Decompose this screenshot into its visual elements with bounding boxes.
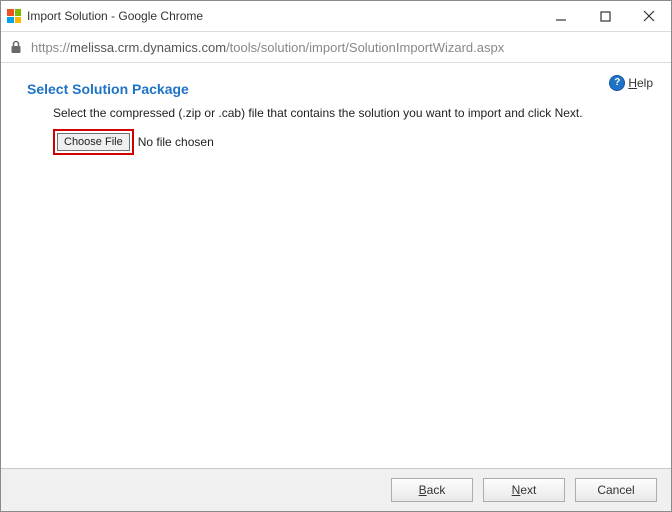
maximize-button[interactable] <box>583 1 627 31</box>
content-area: ? Help Select Solution Package Select th… <box>1 63 671 468</box>
file-picker-row: Choose File No file chosen <box>53 129 653 155</box>
window-title: Import Solution - Google Chrome <box>27 9 539 23</box>
help-label-rest: elp <box>637 76 653 90</box>
help-icon: ? <box>609 75 625 91</box>
titlebar: Import Solution - Google Chrome <box>1 1 671 32</box>
choose-file-button[interactable]: Choose File <box>57 133 130 151</box>
back-rest: ack <box>427 483 446 497</box>
close-button[interactable] <box>627 1 671 31</box>
ms-logo-icon <box>7 9 21 23</box>
help-mnemonic: H <box>628 76 637 90</box>
next-rest: ext <box>520 483 536 497</box>
wizard-button-bar: Back Next Cancel <box>1 468 671 511</box>
next-button[interactable]: Next <box>483 478 565 502</box>
back-mnemonic: B <box>419 483 427 497</box>
url-scheme: https:// <box>31 40 70 55</box>
url-host: melissa.crm.dynamics.com <box>70 40 226 55</box>
highlight-box: Choose File <box>53 129 134 155</box>
page-title: Select Solution Package <box>27 81 653 97</box>
help-link[interactable]: ? Help <box>609 75 653 91</box>
lock-icon <box>9 40 23 54</box>
address-bar[interactable]: https://melissa.crm.dynamics.com/tools/s… <box>1 32 671 63</box>
file-status-text: No file chosen <box>138 135 214 149</box>
instruction-text: Select the compressed (.zip or .cab) fil… <box>53 105 593 121</box>
url-path: /tools/solution/import/SolutionImportWiz… <box>226 40 504 55</box>
back-button[interactable]: Back <box>391 478 473 502</box>
window-controls <box>539 1 671 31</box>
minimize-button[interactable] <box>539 1 583 31</box>
url-text: https://melissa.crm.dynamics.com/tools/s… <box>31 40 504 55</box>
chrome-window: Import Solution - Google Chrome https://… <box>0 0 672 512</box>
cancel-button[interactable]: Cancel <box>575 478 657 502</box>
